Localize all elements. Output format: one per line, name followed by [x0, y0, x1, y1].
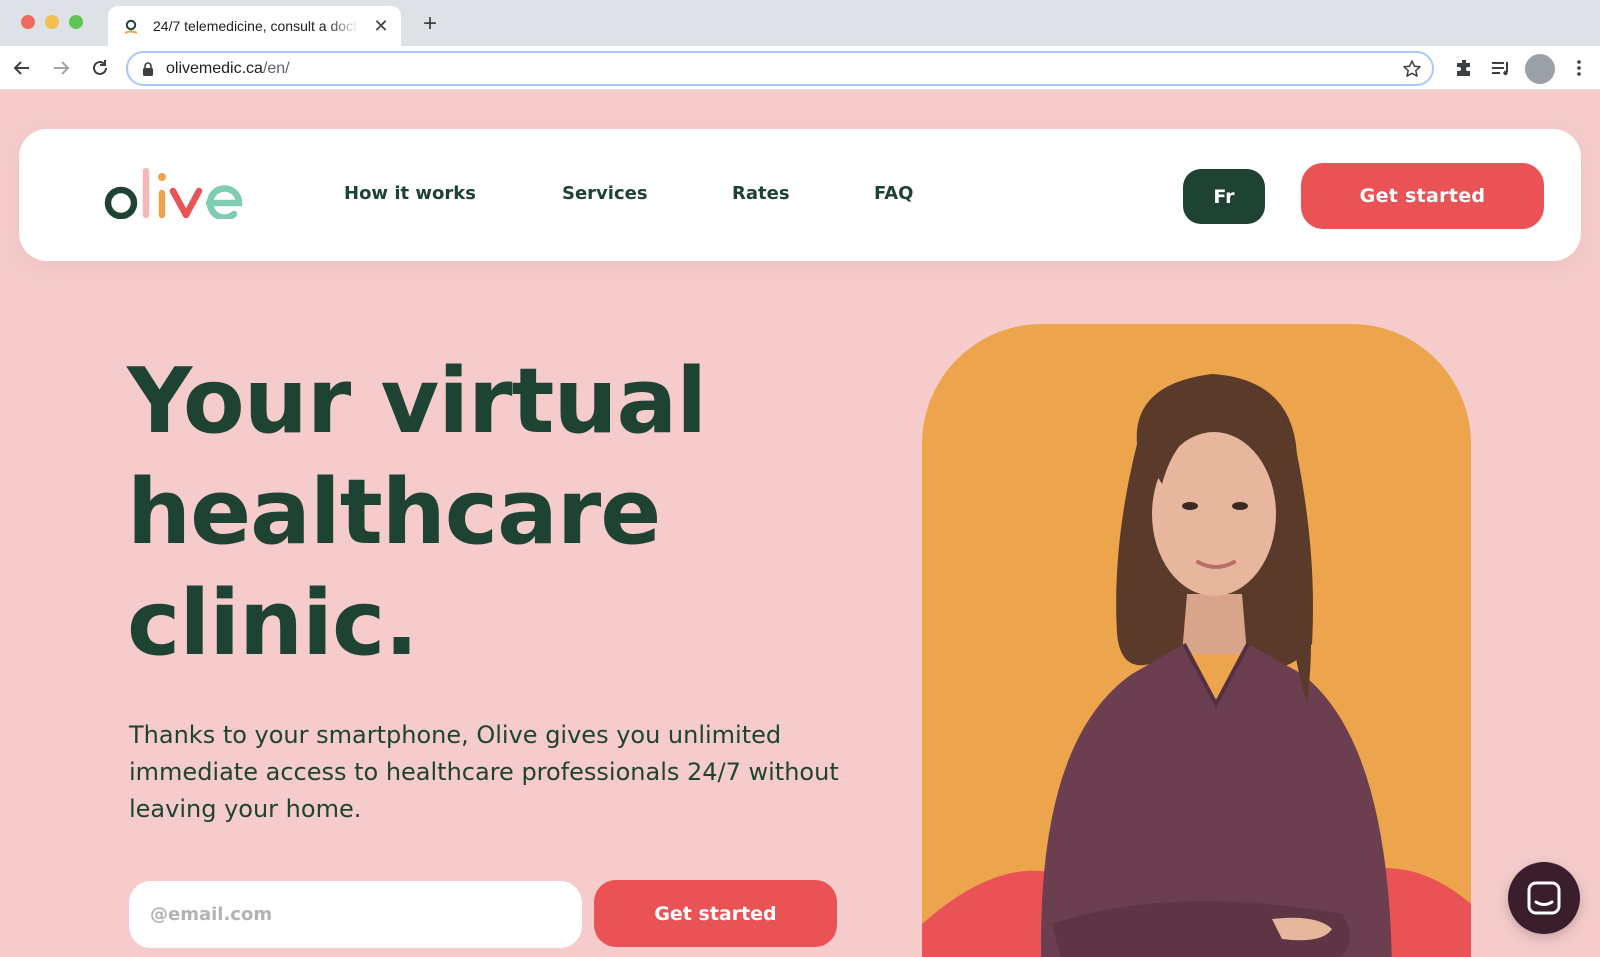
hero-get-started-button[interactable]: Get started	[594, 880, 837, 947]
doctor-photo	[922, 324, 1471, 957]
more-vert-icon[interactable]	[1567, 56, 1591, 80]
header-get-started-button[interactable]: Get started	[1301, 163, 1544, 229]
nav-rates[interactable]: Rates	[732, 183, 790, 204]
window-minimize-button[interactable]	[45, 15, 59, 29]
media-queue-icon[interactable]	[1489, 56, 1513, 80]
tab-close-icon[interactable]: ✕	[371, 16, 391, 36]
back-arrow-icon[interactable]	[8, 54, 36, 82]
browser-tab[interactable]: 24/7 telemedicine, consult a doctor onli…	[108, 6, 401, 46]
olive-favicon-icon	[124, 19, 138, 34]
nav-services[interactable]: Services	[562, 183, 648, 204]
hero-title-line-3: clinic.	[127, 571, 419, 676]
hero-title-line-2: healthcare	[127, 460, 661, 565]
email-input[interactable]	[129, 881, 582, 948]
page-content: How it works Services Rates FAQ Fr Get s…	[0, 91, 1600, 957]
chat-icon	[1527, 881, 1561, 915]
window-zoom-button[interactable]	[69, 15, 83, 29]
hero-title-line-1: Your virtual	[127, 349, 707, 454]
lock-icon	[143, 62, 153, 76]
browser-toolbar: olivemedic.ca/en/	[0, 46, 1600, 90]
site-header: How it works Services Rates FAQ Fr Get s…	[19, 129, 1581, 261]
forward-arrow-icon[interactable]	[47, 54, 75, 82]
new-tab-button[interactable]: +	[418, 12, 442, 36]
tab-title: 24/7 telemedicine, consult a doctor onli…	[153, 18, 358, 34]
hero-description: Thanks to your smartphone, Olive gives y…	[129, 721, 839, 823]
address-bar[interactable]: olivemedic.ca/en/	[126, 51, 1434, 86]
nav-how-it-works[interactable]: How it works	[344, 183, 476, 204]
profile-avatar[interactable]	[1525, 54, 1555, 84]
browser-titlebar: 24/7 telemedicine, consult a doctor onli…	[0, 0, 1600, 46]
url-text: olivemedic.ca/en/	[166, 60, 290, 77]
chat-launcher-button[interactable]	[1508, 862, 1580, 934]
hero-title: Your virtual healthcare clinic.	[127, 346, 887, 679]
window-close-button[interactable]	[21, 15, 35, 29]
olive-logo[interactable]	[103, 167, 243, 219]
star-icon[interactable]	[1402, 59, 1422, 79]
language-toggle-button[interactable]: Fr	[1183, 169, 1265, 224]
nav-faq[interactable]: FAQ	[874, 183, 913, 204]
reload-icon[interactable]	[86, 54, 114, 82]
extensions-icon[interactable]	[1452, 56, 1476, 80]
